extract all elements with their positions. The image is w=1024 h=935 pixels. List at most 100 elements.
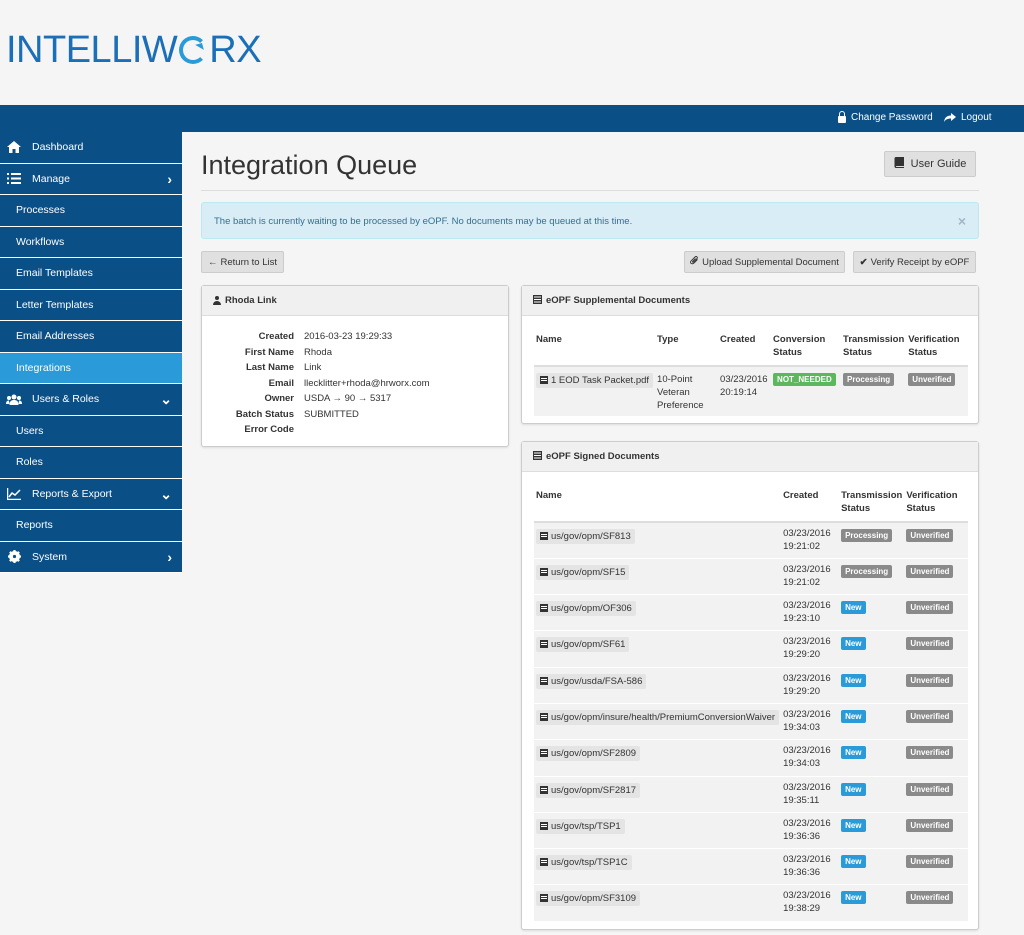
- document-link[interactable]: us/gov/opm/SF61: [536, 637, 630, 653]
- sidebar-item-reports[interactable]: Reports: [0, 510, 182, 542]
- verification-status-badge: Unverified: [906, 818, 954, 832]
- sidebar-item-manage[interactable]: Manage ›: [0, 163, 182, 195]
- user-guide-button[interactable]: User Guide: [884, 151, 976, 177]
- sidebar-item-system[interactable]: System ›: [0, 541, 182, 573]
- created-time: 19:23:10: [783, 613, 821, 625]
- detail-key: Batch Status: [235, 408, 294, 420]
- logout-label: Logout: [961, 112, 992, 123]
- document-name: us/gov/opm/SF3109: [551, 893, 637, 905]
- sidebar: Dashboard Manage › Processes Workflows Em…: [0, 132, 182, 573]
- verification-status-badge: Unverified: [906, 673, 954, 687]
- created-cell: 03/23/2016 19:21:02: [781, 557, 840, 595]
- document-link[interactable]: us/gov/usda/FSA-586: [536, 673, 647, 689]
- column-header: Conversion Status: [771, 330, 842, 367]
- transmission-status-badge: Processing: [841, 529, 893, 542]
- arrow-left-icon: ←: [208, 256, 218, 268]
- table-row: 1 EOD Task Packet.pdf 10-Point Veteran P…: [534, 365, 968, 416]
- document-link[interactable]: us/gov/opm/SF2817: [536, 782, 641, 798]
- verification-status-badge: Unverified: [906, 529, 954, 542]
- sidebar-item-letter-templates[interactable]: Letter Templates: [0, 289, 182, 321]
- upload-supplemental-button[interactable]: Upload Supplemental Document: [684, 251, 845, 273]
- line-chart-icon: [6, 487, 22, 501]
- alert-close-button[interactable]: ×: [958, 213, 966, 229]
- return-to-list-button[interactable]: ← Return to List: [201, 251, 284, 273]
- created-time: 19:38:29: [783, 903, 821, 915]
- user-guide-label: User Guide: [910, 158, 967, 170]
- person-panel: Rhoda Link Created 2016-03-23 19:29:33 Fi…: [201, 285, 509, 447]
- detail-key: First Name: [244, 346, 294, 358]
- person-panel-header: Rhoda Link: [202, 286, 508, 316]
- transmission-status-badge: Processing: [843, 373, 895, 386]
- column-header: Name: [534, 330, 656, 367]
- chevron-right-icon: ›: [167, 548, 172, 565]
- list-icon: [6, 172, 22, 186]
- sidebar-item-label: Email Addresses: [16, 330, 95, 343]
- document-name: us/gov/usda/FSA-586: [551, 675, 643, 687]
- sidebar-item-processes[interactable]: Processes: [0, 195, 182, 227]
- created-time: 19:36:36: [783, 867, 821, 879]
- document-link[interactable]: us/gov/opm/insure/health/PremiumConversi…: [536, 709, 780, 725]
- sidebar-item-workflows[interactable]: Workflows: [0, 226, 182, 258]
- transmission-status-badge: New: [841, 855, 866, 869]
- print-icon: [540, 376, 548, 384]
- document-link[interactable]: us/gov/tsp/TSP1C: [536, 855, 632, 871]
- created-date: 03/23/2016: [783, 781, 831, 793]
- created-date: 03/23/2016: [783, 563, 831, 575]
- document-link[interactable]: us/gov/opm/SF3109: [536, 891, 641, 907]
- document-name: us/gov/opm/insure/health/PremiumConversi…: [551, 711, 776, 723]
- supplemental-panel-header: eOPF Supplemental Documents: [522, 286, 978, 316]
- verification-status-badge: Unverified: [908, 373, 956, 386]
- document-link[interactable]: us/gov/opm/SF813: [536, 529, 635, 544]
- verification-status-badge: Unverified: [906, 637, 954, 651]
- table-row: us/gov/tsp/TSP1C 03/23/2016 19:36:36 New Unv…: [534, 848, 968, 885]
- sidebar-item-dashboard[interactable]: Dashboard: [0, 132, 182, 164]
- signed-documents-panel: eOPF Signed Documents Name Created Trans…: [521, 441, 979, 930]
- gear-icon: [6, 550, 22, 564]
- divider: [201, 190, 979, 191]
- document-link[interactable]: us/gov/tsp/TSP1: [536, 818, 625, 834]
- verification-status-badge: Unverified: [906, 855, 954, 869]
- created-time: 19:36:36: [783, 830, 821, 842]
- signed-panel-header: eOPF Signed Documents: [522, 442, 978, 472]
- sidebar-item-email-addresses[interactable]: Email Addresses: [0, 321, 182, 353]
- transmission-status-badge: New: [841, 818, 866, 832]
- created-cell: 03/23/2016 19:34:03: [781, 739, 840, 777]
- sidebar-item-users-roles[interactable]: Users & Roles ⌄: [0, 384, 182, 416]
- created-time: 19:21:02: [783, 541, 821, 552]
- paperclip-icon: [690, 256, 699, 268]
- transmission-status-badge: New: [841, 601, 866, 615]
- sidebar-item-users[interactable]: Users: [0, 415, 182, 447]
- sidebar-item-label: Integrations: [16, 361, 71, 374]
- document-name: us/gov/opm/SF2817: [551, 784, 637, 796]
- detail-value: Rhoda: [304, 346, 332, 358]
- sidebar-item-email-templates[interactable]: Email Templates: [0, 258, 182, 290]
- sidebar-item-roles[interactable]: Roles: [0, 447, 182, 479]
- sidebar-item-integrations[interactable]: Integrations: [0, 352, 182, 384]
- print-icon: [540, 785, 548, 794]
- document-link[interactable]: us/gov/opm/OF306: [536, 601, 636, 617]
- created-cell: 03/23/2016 19:23:10: [781, 594, 840, 631]
- created-time: 20:19:14: [720, 387, 758, 398]
- created-date: 03/23/2016: [783, 745, 831, 757]
- alert-message: The batch is currently waiting to be pro…: [214, 216, 633, 227]
- sidebar-item-label: Manage: [32, 172, 70, 185]
- upload-supplemental-label: Upload Supplemental Document: [702, 256, 839, 268]
- table-row: us/gov/opm/SF3109 03/23/2016 19:38:29 New Un…: [534, 884, 968, 922]
- checkmark-icon: ✔: [859, 256, 868, 268]
- logo-refresh-icon: [179, 36, 208, 64]
- logout-link[interactable]: Logout: [944, 112, 992, 123]
- created-cell: 03/23/2016 19:29:20: [781, 630, 840, 668]
- table-row: us/gov/opm/insure/health/PremiumConversi…: [534, 702, 968, 740]
- created-date: 03/23/2016: [720, 374, 768, 385]
- sidebar-item-reports-export[interactable]: Reports & Export ⌄: [0, 478, 182, 510]
- document-link[interactable]: us/gov/opm/SF15: [536, 564, 630, 580]
- document-link[interactable]: us/gov/opm/SF2809: [536, 746, 641, 762]
- document-type: 10-Point Veteran Preference: [655, 365, 719, 416]
- verify-receipt-button[interactable]: ✔ Verify Receipt by eOPF: [853, 251, 976, 273]
- change-password-link[interactable]: Change Password: [838, 110, 933, 123]
- supplemental-documents-panel: eOPF Supplemental Documents Name Type Cr…: [521, 285, 979, 424]
- document-name: us/gov/tsp/TSP1C: [551, 857, 628, 869]
- chevron-down-icon: ⌄: [160, 391, 172, 407]
- document-link[interactable]: 1 EOD Task Packet.pdf: [536, 373, 654, 388]
- print-icon: [540, 604, 548, 613]
